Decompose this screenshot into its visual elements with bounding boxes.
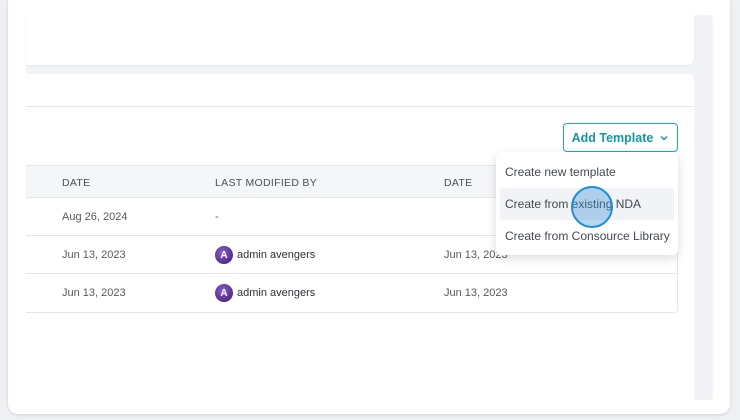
cell-date: Aug 26, 2024	[62, 211, 128, 223]
menu-item-create-from-consource-library[interactable]: Create from Consource Library	[496, 220, 678, 252]
avengers-avatar-icon: A	[215, 284, 233, 302]
add-template-button[interactable]: Add Template	[563, 123, 678, 152]
column-header-date[interactable]: DATE	[62, 177, 90, 189]
card-divider	[26, 106, 694, 107]
cell-modified-by: A admin avengers	[215, 246, 315, 264]
table-row[interactable]: Jun 13, 2023 A admin avengers Jun 13, 20…	[26, 274, 677, 312]
add-template-menu: Create new template Create from existing…	[496, 152, 678, 255]
top-card	[26, 15, 694, 65]
cell-modified-by: -	[215, 211, 219, 223]
user-name: admin avengers	[237, 249, 316, 261]
cell-date-2: Jun 13, 2023	[444, 287, 508, 299]
menu-item-create-new-template[interactable]: Create new template	[496, 156, 678, 188]
cell-date: Jun 13, 2023	[62, 249, 126, 261]
cell-modified-by: A admin avengers	[215, 284, 315, 302]
cell-date: Jun 13, 2023	[62, 287, 126, 299]
menu-item-create-from-existing-nda[interactable]: Create from existing NDA	[500, 188, 674, 220]
avengers-avatar-icon: A	[215, 246, 233, 264]
chevron-down-icon	[660, 135, 668, 141]
column-header-date-2[interactable]: DATE	[444, 177, 472, 189]
add-template-label: Add Template	[571, 130, 654, 145]
column-header-last-modified-by[interactable]: LAST MODIFIED BY	[215, 177, 317, 189]
user-name: admin avengers	[237, 287, 316, 299]
